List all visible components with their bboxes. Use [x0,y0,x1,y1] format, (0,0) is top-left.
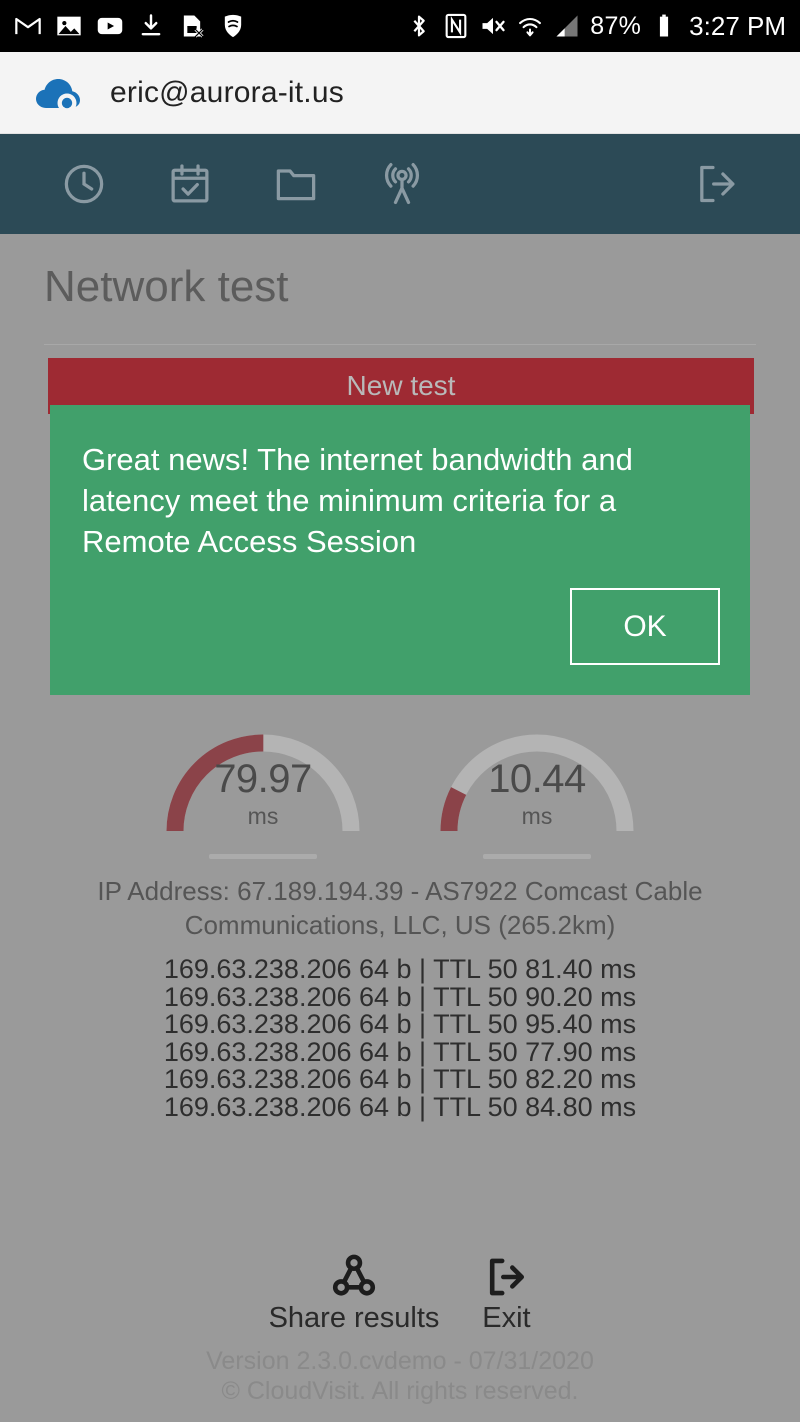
battery-icon [660,14,669,37]
copyright-label: © CloudVisit. All rights reserved. [221,1377,579,1405]
mute-icon [482,17,505,35]
nav-item-network-test[interactable] [366,148,438,220]
list-item: 169.63.238.206 64 b | TTL 50 95.40 ms [163,1009,637,1039]
latency-gauge-value: 79.97 [214,757,312,801]
download-icon [141,14,161,36]
jitter-gauge: 10.44 ms [427,699,647,869]
shield-icon [224,14,242,38]
ip-address-info: IP Address: 67.189.194.39 - AS7922 Comca… [97,876,703,940]
nfc-icon [445,13,467,39]
nav-item-history[interactable] [48,148,120,220]
sim-card-error-icon [183,15,204,38]
exit-label: Exit [482,1302,531,1334]
account-header: eric@aurora-it.us [0,52,800,134]
android-status-bar: 87% 3:27 PM [0,0,800,52]
youtube-icon [97,17,123,35]
share-results-label: Share results [268,1302,440,1334]
gmail-icon [15,17,41,35]
broadcast-icon [384,163,420,205]
list-item: 169.63.238.206 64 b | TTL 50 82.20 ms [163,1064,637,1094]
title-divider [44,344,756,345]
nav-item-files[interactable] [260,148,332,220]
folder-icon [276,169,316,201]
notification-icons [14,12,247,40]
clock-label: 3:27 PM [689,10,786,41]
main-nav-bar [0,134,800,234]
latency-gauge: 79.97 ms [153,699,373,869]
success-dialog: Great news! The internet bandwidth and l… [50,405,750,695]
cloudvisit-logo-icon [36,78,80,112]
list-item: 169.63.238.206 64 b | TTL 50 84.80 ms [163,1091,637,1122]
bottom-actions: Share results Exit [0,1254,800,1335]
bluetooth-icon [413,15,426,37]
jitter-gauge-unit: ms [521,803,553,829]
ping-results-list: 169.63.238.206 64 b | TTL 50 81.40 ms 16… [0,954,800,1122]
nav-item-appointments[interactable] [154,148,226,220]
nav-item-logout[interactable] [680,148,752,220]
wifi-icon [519,17,542,37]
jitter-gauge-value: 10.44 [488,757,586,801]
app-screen: 87% 3:27 PM eric@aurora-it.us Network te… [0,0,800,1422]
dialog-ok-button[interactable]: OK [570,588,720,665]
exit-icon [490,1258,525,1296]
footer: Version 2.3.0.cvdemo - 07/31/2020 © Clou… [0,1346,800,1406]
share-results-button[interactable]: Share results [268,1254,440,1335]
logout-icon [700,165,735,203]
clock-icon [64,164,104,204]
dialog-message: Great news! The internet bandwidth and l… [82,442,633,559]
list-item: 169.63.238.206 64 b | TTL 50 81.40 ms [163,954,637,984]
account-email-label: eric@aurora-it.us [110,75,344,109]
share-icon [332,1254,376,1296]
list-item: 169.63.238.206 64 b | TTL 50 77.90 ms [163,1036,637,1067]
gauges-row: 79.97 ms 10.44 ms [0,699,800,869]
latency-gauge-unit: ms [247,803,279,829]
exit-button[interactable]: Exit [481,1254,531,1335]
calendar-check-icon [171,164,209,203]
latency-gauge-underline [209,854,317,859]
version-label: Version 2.3.0.cvdemo - 07/31/2020 [206,1347,594,1375]
photos-icon [57,16,81,36]
cell-signal-icon [556,15,578,37]
system-status-icons: 87% 3:27 PM [405,11,786,42]
jitter-gauge-underline [483,854,591,859]
list-item: 169.63.238.206 64 b | TTL 50 90.20 ms [163,981,637,1012]
battery-percent-label: 87% [590,11,642,40]
page-title: Network test [44,262,289,311]
